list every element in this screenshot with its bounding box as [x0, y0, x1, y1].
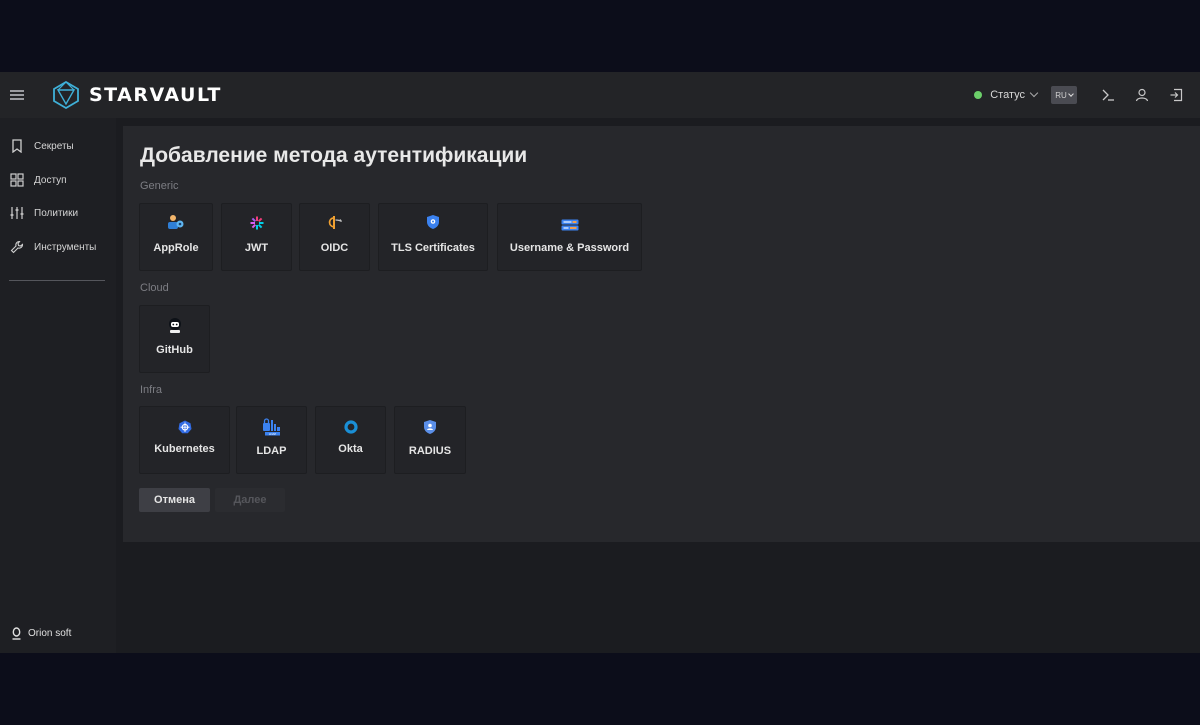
- orion-logo-icon: [12, 627, 21, 640]
- auth-method-username-password[interactable]: Username & Password: [497, 203, 642, 271]
- menu-icon[interactable]: [10, 90, 24, 100]
- footer-brand-label: Orion soft: [28, 628, 72, 639]
- auth-method-label: GitHub: [156, 344, 193, 356]
- status-label: Статус: [990, 89, 1025, 101]
- auth-method-label: AppRole: [153, 242, 199, 254]
- sidebar-item-label: Секреты: [34, 140, 74, 152]
- auth-method-label: Username & Password: [509, 242, 630, 254]
- main-panel: Добавление метода аутентификации Generic…: [123, 126, 1200, 542]
- brand-name: STARVAULT: [89, 84, 222, 106]
- section-label-cloud: Cloud: [140, 282, 169, 294]
- auth-method-label: Okta: [338, 443, 363, 455]
- auth-method-label: TLS Certificates: [391, 242, 475, 254]
- tls-shield-icon: [426, 214, 440, 230]
- user-icon[interactable]: [1125, 80, 1159, 110]
- auth-method-ldap[interactable]: LDAP LDAP: [236, 406, 307, 474]
- userpass-icon: [561, 219, 579, 231]
- page-title: Добавление метода аутентификации: [140, 144, 528, 167]
- section-label-generic: Generic: [140, 180, 179, 192]
- logout-icon[interactable]: [1159, 80, 1193, 110]
- sidebar-item-tools[interactable]: Инструменты: [0, 236, 116, 258]
- top-header: STARVAULT Статус RU: [0, 72, 1200, 118]
- status-dropdown[interactable]: Статус: [974, 88, 1039, 101]
- chevron-down-icon: [1029, 88, 1039, 98]
- approle-icon: [167, 214, 185, 230]
- sidebar-item-label: Доступ: [34, 174, 67, 186]
- auth-method-label: Kubernetes: [154, 443, 215, 455]
- language-code: RU: [1055, 90, 1067, 100]
- sliders-icon: [9, 205, 25, 221]
- sidebar-item-label: Политики: [34, 207, 79, 219]
- oidc-icon: [327, 215, 343, 230]
- sidebar-item-access[interactable]: Доступ: [0, 169, 116, 191]
- sidebar-divider: [9, 280, 105, 281]
- brand-logo[interactable]: STARVAULT: [53, 81, 222, 109]
- auth-method-label: JWT: [244, 242, 269, 254]
- chevron-down-icon: [1067, 90, 1074, 97]
- svg-text:LDAP: LDAP: [268, 432, 276, 436]
- auth-method-label: OIDC: [320, 242, 349, 254]
- grid-icon: [9, 172, 25, 188]
- auth-method-oidc[interactable]: OIDC: [299, 203, 370, 271]
- cancel-button[interactable]: Отмена: [139, 488, 210, 512]
- auth-method-tls-certificates[interactable]: TLS Certificates: [378, 203, 488, 271]
- sidebar-item-policies[interactable]: Политики: [0, 202, 116, 224]
- auth-method-github[interactable]: GitHub: [139, 305, 210, 373]
- orion-soft-brand: Orion soft: [11, 627, 71, 640]
- auth-method-label: LDAP: [256, 445, 287, 457]
- auth-method-approle[interactable]: AppRole: [139, 203, 213, 271]
- status-indicator: [974, 91, 983, 99]
- sidebar-item-secrets[interactable]: Секреты: [0, 135, 116, 157]
- sidebar: Секреты Доступ Политики Инструменты Orio…: [0, 118, 116, 653]
- section-label-infra: Infra: [140, 384, 163, 396]
- auth-method-jwt[interactable]: JWT: [221, 203, 292, 271]
- terminal-icon[interactable]: [1091, 80, 1125, 110]
- ldap-icon: LDAP: [262, 418, 282, 436]
- auth-method-label: RADIUS: [408, 445, 452, 457]
- bookmark-icon: [9, 138, 25, 154]
- radius-icon: [423, 419, 437, 435]
- sidebar-item-label: Инструменты: [34, 241, 97, 253]
- header-actions: Статус RU: [974, 72, 1200, 118]
- auth-method-okta[interactable]: Okta: [315, 406, 386, 474]
- app-window: STARVAULT Статус RU Секреты Доступ Полит…: [0, 72, 1200, 653]
- okta-icon: [343, 420, 358, 434]
- auth-method-kubernetes[interactable]: Kubernetes: [139, 406, 230, 474]
- kubernetes-icon: [178, 420, 192, 434]
- auth-method-radius[interactable]: RADIUS: [394, 406, 466, 474]
- next-button[interactable]: Далее: [215, 488, 285, 512]
- starvault-logo-icon: [53, 81, 79, 109]
- github-icon: [168, 318, 182, 334]
- jwt-icon: [250, 216, 264, 230]
- language-select[interactable]: RU: [1051, 86, 1077, 104]
- wrench-icon: [9, 239, 25, 255]
